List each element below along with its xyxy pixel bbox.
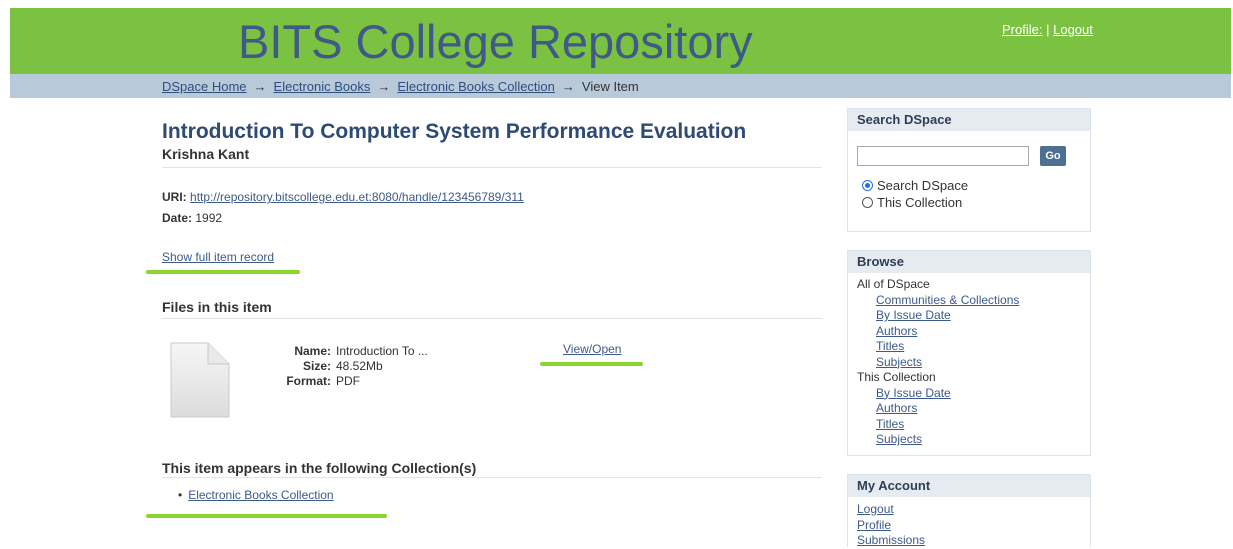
highlight-underline bbox=[146, 514, 387, 518]
breadcrumb-arrow-icon: → bbox=[561, 79, 575, 94]
account-list: Logout Profile Submissions bbox=[848, 497, 1090, 549]
browse-titles-link[interactable]: Titles bbox=[876, 339, 904, 353]
highlight-underline bbox=[146, 270, 300, 274]
site-title: BITS College Repository bbox=[238, 15, 753, 68]
title-divider bbox=[162, 167, 822, 168]
file-format-label: Format: bbox=[286, 374, 331, 388]
collection-link[interactable]: Electronic Books Collection bbox=[188, 488, 333, 502]
collection-issue-date-link[interactable]: By Issue Date bbox=[876, 386, 951, 400]
file-metadata: Name: Introduction To ... Size: 48.52Mb Fo… bbox=[257, 344, 428, 389]
browse-all-label: All of DSpace bbox=[857, 277, 930, 291]
file-format-value: PDF bbox=[336, 374, 360, 388]
account-profile-link[interactable]: Profile bbox=[857, 518, 891, 532]
scope-option-this-collection[interactable]: This Collection bbox=[862, 195, 962, 210]
browse-issue-date-link[interactable]: By Issue Date bbox=[876, 308, 951, 322]
date-field: Date: 1992 bbox=[162, 211, 222, 225]
breadcrumb-arrow-icon: → bbox=[253, 79, 267, 94]
scope-option-label: This Collection bbox=[877, 195, 963, 210]
files-heading: Files in this item bbox=[162, 299, 272, 315]
view-open-link[interactable]: View/Open bbox=[563, 342, 621, 356]
browse-communities-link[interactable]: Communities & Collections bbox=[876, 293, 1019, 307]
logout-link[interactable]: Logout bbox=[1053, 22, 1093, 37]
account-panel-heading: My Account bbox=[848, 475, 1090, 497]
files-divider bbox=[162, 318, 822, 319]
browse-subjects-link[interactable]: Subjects bbox=[876, 355, 922, 369]
account-panel: My Account Logout Profile Submissions bbox=[847, 474, 1091, 547]
search-input[interactable] bbox=[857, 146, 1029, 166]
collection-authors-link[interactable]: Authors bbox=[876, 401, 917, 415]
browse-panel-heading: Browse bbox=[848, 251, 1090, 273]
uri-label: URI: bbox=[162, 190, 187, 204]
document-icon[interactable] bbox=[170, 342, 230, 418]
account-submissions-link[interactable]: Submissions bbox=[857, 533, 925, 547]
date-label: Date: bbox=[162, 211, 193, 225]
browse-authors-link[interactable]: Authors bbox=[876, 324, 917, 338]
collections-heading: This item appears in the following Colle… bbox=[162, 460, 477, 476]
radio-selected-icon[interactable] bbox=[862, 180, 873, 191]
file-name-value: Introduction To ... bbox=[336, 344, 428, 358]
show-full-record-link[interactable]: Show full item record bbox=[162, 250, 274, 264]
file-size-label: Size: bbox=[302, 359, 331, 373]
collection-subjects-link[interactable]: Subjects bbox=[876, 432, 922, 446]
item-author: Krishna Kant bbox=[162, 146, 250, 162]
site-header: BITS College Repository Profile: | Logou… bbox=[10, 8, 1231, 74]
browse-collection-label: This Collection bbox=[857, 370, 936, 384]
collection-list-item: • Electronic Books Collection bbox=[178, 488, 334, 502]
search-panel-heading: Search DSpace bbox=[848, 109, 1090, 131]
collection-titles-link[interactable]: Titles bbox=[876, 417, 904, 431]
browse-list: All of DSpace Communities & Collections … bbox=[848, 273, 1090, 448]
bullet: • bbox=[178, 488, 183, 502]
breadcrumb-electronic-books[interactable]: Electronic Books bbox=[274, 79, 371, 94]
breadcrumb: DSpace Home → Electronic Books → Electronic … bbox=[162, 79, 639, 94]
scope-option-label: Search DSpace bbox=[877, 178, 969, 193]
radio-unselected-icon[interactable] bbox=[862, 197, 873, 208]
file-name-label: Name: bbox=[294, 344, 331, 358]
breadcrumb-bar: DSpace Home → Electronic Books → Electronic … bbox=[10, 74, 1231, 98]
profile-link[interactable]: Profile: bbox=[1002, 22, 1042, 37]
user-links-separator: | bbox=[1046, 22, 1050, 37]
user-links: Profile: | Logout bbox=[1002, 22, 1093, 37]
breadcrumb-arrow-icon: → bbox=[377, 79, 391, 94]
search-panel: Search DSpace Go Search DSpace This Coll… bbox=[847, 108, 1091, 232]
go-button[interactable]: Go bbox=[1040, 146, 1066, 166]
account-logout-link[interactable]: Logout bbox=[857, 502, 894, 516]
item-title: Introduction To Computer System Performa… bbox=[162, 120, 747, 143]
browse-panel: Browse All of DSpace Communities & Colle… bbox=[847, 250, 1091, 456]
scope-option-search-dspace[interactable]: Search DSpace bbox=[862, 178, 968, 193]
uri-field: URI: http://repository.bitscollege.edu.e… bbox=[162, 190, 524, 204]
breadcrumb-electronic-books-collection[interactable]: Electronic Books Collection bbox=[397, 79, 555, 94]
breadcrumb-dspace-home[interactable]: DSpace Home bbox=[162, 79, 247, 94]
uri-link[interactable]: http://repository.bitscollege.edu.et:808… bbox=[190, 190, 524, 204]
file-size-value: 48.52Mb bbox=[336, 359, 383, 373]
highlight-underline bbox=[540, 362, 643, 366]
date-value: 1992 bbox=[195, 211, 223, 225]
collections-divider bbox=[162, 477, 822, 478]
breadcrumb-current: View Item bbox=[581, 79, 639, 94]
